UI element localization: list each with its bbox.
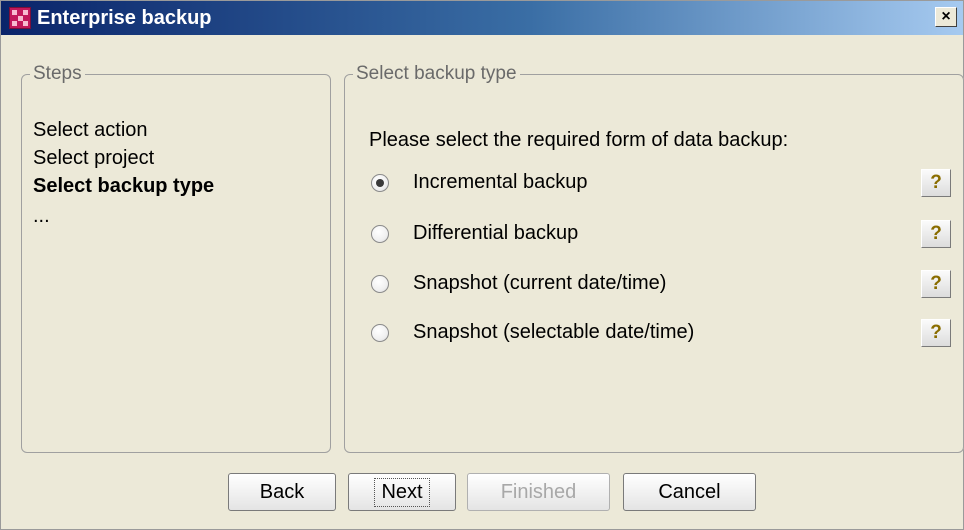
snapshot-current-help-button[interactable]: ? xyxy=(921,270,951,298)
title-bar[interactable]: Enterprise backup × xyxy=(1,1,963,35)
enterprise-backup-icon xyxy=(9,7,31,29)
window-title: Enterprise backup xyxy=(37,7,212,29)
option-incremental-backup[interactable]: Incremental backup ? xyxy=(371,169,951,199)
option-snapshot-selectable[interactable]: Snapshot (selectable date/time) ? xyxy=(371,319,951,349)
incremental-backup-help-button[interactable]: ? xyxy=(921,169,951,197)
differential-backup-help-button[interactable]: ? xyxy=(921,220,951,248)
backup-type-prompt: Please select the required form of data … xyxy=(369,129,789,151)
backup-type-legend: Select backup type xyxy=(356,63,517,84)
enterprise-backup-dialog: Enterprise backup × Steps Select action … xyxy=(0,0,964,530)
step-select-project: Select project xyxy=(33,147,155,169)
snapshot-selectable-help-button[interactable]: ? xyxy=(921,319,951,347)
step-select-action: Select action xyxy=(33,119,148,141)
close-icon: × xyxy=(941,8,951,25)
backup-type-panel: Select backup type Please select the req… xyxy=(344,63,964,453)
snapshot-selectable-radio[interactable] xyxy=(371,324,389,342)
close-button[interactable]: × xyxy=(935,7,957,27)
steps-panel: Steps Select action Select project Selec… xyxy=(21,63,331,453)
incremental-backup-radio[interactable] xyxy=(371,174,389,192)
finished-button[interactable]: Finished xyxy=(467,473,610,511)
step-more: ... xyxy=(33,205,50,227)
step-select-backup-type: Select backup type xyxy=(33,175,215,197)
next-button-label: Next xyxy=(374,477,430,507)
steps-legend: Steps xyxy=(33,63,82,84)
differential-backup-label[interactable]: Differential backup xyxy=(413,222,578,245)
snapshot-current-radio[interactable] xyxy=(371,275,389,293)
incremental-backup-label[interactable]: Incremental backup xyxy=(413,171,588,194)
option-differential-backup[interactable]: Differential backup ? xyxy=(371,220,951,250)
back-button[interactable]: Back xyxy=(228,473,336,511)
snapshot-selectable-label[interactable]: Snapshot (selectable date/time) xyxy=(413,321,694,344)
next-button[interactable]: Next xyxy=(348,473,456,511)
cancel-button[interactable]: Cancel xyxy=(623,473,756,511)
option-snapshot-current[interactable]: Snapshot (current date/time) ? xyxy=(371,270,951,300)
differential-backup-radio[interactable] xyxy=(371,225,389,243)
snapshot-current-label[interactable]: Snapshot (current date/time) xyxy=(413,272,666,295)
